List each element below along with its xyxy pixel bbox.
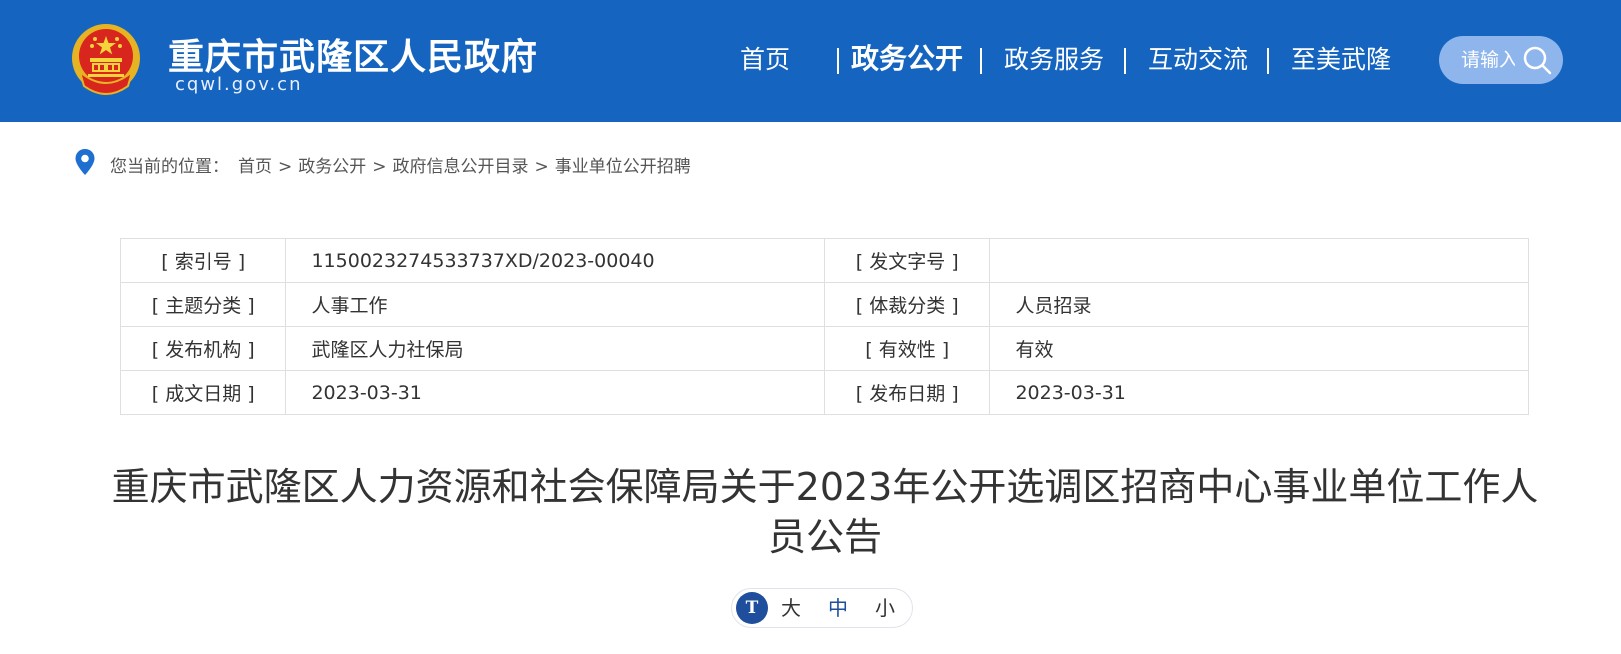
nav-item-interaction[interactable]: 互动交流: [1148, 40, 1248, 80]
nav-item-beautiful-wulong[interactable]: 至美武隆: [1291, 40, 1391, 80]
article-title: 重庆市武隆区人力资源和社会保障局关于2023年公开选调区招商中心事业单位工作人员…: [111, 465, 1539, 559]
document-info-table: [ 索引号 ] 1150023274533737XD/2023-00040 [ …: [119, 238, 1529, 415]
national-emblem-icon: [72, 24, 140, 95]
validity-value: 有效: [989, 326, 1529, 371]
search-box: [1439, 36, 1563, 84]
nav-separator: [980, 48, 982, 74]
subject-category-value: 人事工作: [285, 282, 825, 327]
written-date-value: 2023-03-31: [285, 370, 825, 415]
breadcrumb-separator: >: [534, 157, 549, 177]
breadcrumb-item-government-affairs[interactable]: 政务公开: [298, 157, 366, 177]
font-size-large-button[interactable]: 大: [781, 595, 801, 621]
font-size-icon: T: [736, 592, 768, 624]
breadcrumb-separator: >: [278, 157, 293, 177]
index-number-value: 1150023274533737XD/2023-00040: [285, 238, 825, 283]
table-row: [ 发布机构 ] 武隆区人力社保局 [ 有效性 ] 有效: [119, 326, 1529, 371]
font-size-small-button[interactable]: 小: [875, 595, 895, 621]
font-size-control: T 大 中 小: [731, 588, 913, 628]
table-row: [ 主题分类 ] 人事工作 [ 体裁分类 ] 人员招录: [119, 282, 1529, 327]
breadcrumb-item-info-catalog[interactable]: 政府信息公开目录: [393, 157, 529, 177]
table-row: [ 成文日期 ] 2023-03-31 [ 发布日期 ] 2023-03-31: [119, 370, 1529, 415]
location-pin-icon: [75, 149, 95, 175]
nav-item-home[interactable]: 首页: [740, 40, 790, 80]
site-title[interactable]: 重庆市武隆区人民政府: [168, 28, 538, 80]
document-number-label: [ 发文字号 ]: [823, 238, 991, 283]
document-number-value: [989, 238, 1529, 283]
validity-label: [ 有效性 ]: [823, 326, 991, 371]
nav-separator: [1124, 48, 1126, 74]
genre-category-label: [ 体裁分类 ]: [823, 282, 991, 327]
font-size-medium-button[interactable]: 中: [828, 595, 848, 621]
nav-separator: [837, 48, 839, 74]
table-row: [ 索引号 ] 1150023274533737XD/2023-00040 [ …: [119, 238, 1529, 283]
search-icon[interactable]: [1521, 44, 1553, 76]
nav-separator: [1267, 48, 1269, 74]
site-header: 重庆市武隆区人民政府 cqwl.gov.cn 首页 政务公开 政务服务 互动交流…: [0, 0, 1621, 122]
breadcrumb-prefix: 您当前的位置：: [110, 157, 229, 177]
breadcrumb-list: 首页 > 政务公开 > 政府信息公开目录 > 事业单位公开招聘: [238, 152, 691, 177]
search-input[interactable]: [1461, 46, 1515, 74]
nav-item-government-services[interactable]: 政务服务: [1004, 40, 1104, 80]
publish-date-label: [ 发布日期 ]: [823, 370, 991, 415]
index-number-label: [ 索引号 ]: [119, 238, 287, 283]
breadcrumb-item-home[interactable]: 首页: [238, 157, 272, 177]
issuing-agency-value: 武隆区人力社保局: [285, 326, 825, 371]
issuing-agency-label: [ 发布机构 ]: [119, 326, 287, 371]
breadcrumb-separator: >: [372, 157, 387, 177]
publish-date-value: 2023-03-31: [989, 370, 1529, 415]
nav-item-government-affairs[interactable]: 政务公开: [851, 39, 963, 79]
subject-category-label: [ 主题分类 ]: [119, 282, 287, 327]
site-domain: cqwl.gov.cn: [175, 74, 303, 95]
written-date-label: [ 成文日期 ]: [119, 370, 287, 415]
breadcrumb-item-recruitment[interactable]: 事业单位公开招聘: [555, 157, 691, 177]
genre-category-value: 人员招录: [989, 282, 1529, 327]
